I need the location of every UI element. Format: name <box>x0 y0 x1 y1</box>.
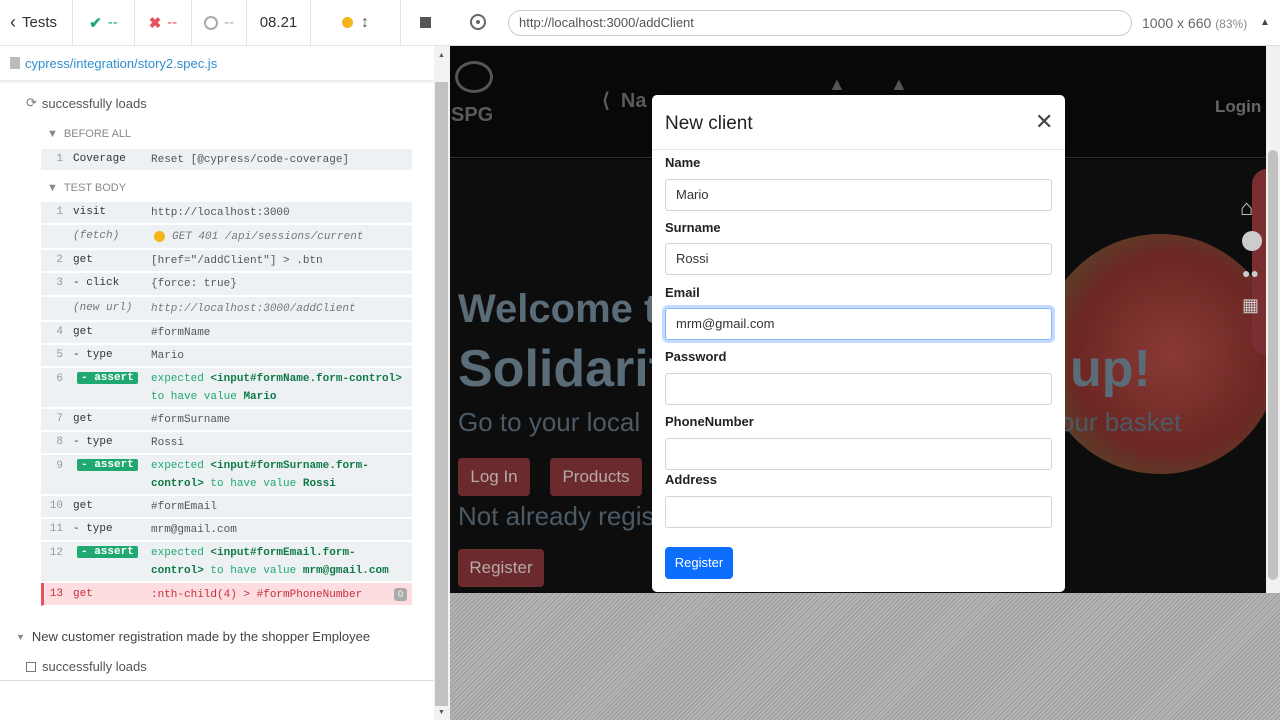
login-link[interactable]: Login <box>1215 97 1261 117</box>
test-title[interactable]: successfully loads <box>26 659 147 674</box>
command-row[interactable]: 3 - click {force: true} <box>41 273 412 296</box>
file-icon <box>10 57 20 69</box>
command-row[interactable]: 11 - type mrm@gmail.com <box>41 519 412 541</box>
command-row[interactable]: 8 - type Rossi <box>41 432 412 454</box>
auto-scroll-toggle[interactable]: ↕ <box>311 0 401 46</box>
people-icon[interactable]: ●● <box>1242 265 1259 281</box>
info-circle-icon[interactable] <box>1242 231 1262 251</box>
login-button[interactable]: Log In <box>458 458 530 496</box>
assert-row[interactable]: 9 - assert expected <input#formSurname.f… <box>41 455 412 495</box>
check-icon: ✔ <box>89 14 102 32</box>
square-icon <box>26 661 36 672</box>
caret-down-icon: ▼ <box>47 128 58 140</box>
assert-badge: - assert <box>77 546 138 558</box>
address-field[interactable] <box>665 496 1052 528</box>
x-icon: ✖ <box>148 14 162 32</box>
command-row[interactable]: 10 get #formEmail <box>41 496 412 518</box>
go-to-text: Go to your local <box>458 407 641 437</box>
command-row[interactable]: 7 get #formSurname <box>41 409 412 431</box>
test-body-header[interactable]: ▼ TEST BODY <box>47 182 126 194</box>
tests-back-button[interactable]: ‹ Tests <box>0 0 73 46</box>
side-menu[interactable] <box>1252 169 1266 355</box>
caret-down-icon: ▼ <box>47 182 58 194</box>
home-icon[interactable]: ⌂ <box>1240 195 1253 221</box>
circle-icon <box>204 15 218 30</box>
surname-field[interactable]: Rossi <box>665 243 1052 275</box>
assert-badge: - assert <box>77 459 138 471</box>
crosshair-dot <box>476 20 480 24</box>
register-button[interactable]: Register <box>665 547 733 579</box>
welcome-heading: Welcome t <box>458 287 658 331</box>
not-registered-text: Not already regis <box>458 501 655 531</box>
surname-label: Surname <box>665 220 721 235</box>
stop-button[interactable] <box>401 0 450 46</box>
command-row[interactable]: 5 - type Mario <box>41 345 412 367</box>
name-field[interactable]: Mario <box>665 179 1052 211</box>
scroll-down-arrow-icon: ▼ <box>438 709 445 716</box>
url-bar: http://localhost:3000/addClient 1000 x 6… <box>450 0 1280 46</box>
command-row[interactable]: 1 visit http://localhost:3000 <box>41 202 412 224</box>
command-row[interactable]: (fetch) GET 401 /api/sessions/current <box>41 225 412 249</box>
close-icon[interactable]: ✕ <box>1035 109 1053 135</box>
divider <box>0 680 434 681</box>
basket-text: our basket <box>1060 407 1182 437</box>
triangle-icon: ▲ <box>828 74 846 94</box>
modal-divider <box>652 149 1065 150</box>
scroll-up-arrow-icon: ▲ <box>438 52 445 59</box>
register-link-button[interactable]: Register <box>458 549 544 587</box>
email-label: Email <box>665 285 700 300</box>
element-count-badge: 0 <box>394 588 407 601</box>
viewport-scroll-thumb[interactable] <box>1268 150 1278 580</box>
phone-number-field[interactable] <box>665 438 1052 470</box>
before-all-header[interactable]: ▼ BEFORE ALL <box>47 128 131 140</box>
command-log: ⟳ successfully loads ▼ BEFORE ALL 1 Cover… <box>0 82 434 680</box>
running-indicator-icon <box>342 17 353 28</box>
email-field[interactable]: mrm@gmail.com <box>665 308 1052 340</box>
duration: 08.21 <box>247 0 311 46</box>
command-row[interactable]: 1 Coverage Reset [@cypress/code-coverage… <box>41 149 412 171</box>
new-client-modal: New client ✕ Name Mario Surname Rossi Em… <box>652 95 1065 592</box>
products-button[interactable]: Products <box>550 458 642 496</box>
refresh-icon: ⟳ <box>26 95 37 110</box>
modal-title: New client <box>665 113 753 134</box>
logo-text[interactable]: SPG <box>451 104 493 127</box>
viewport-scrollbar[interactable] <box>1266 46 1280 593</box>
name-label: Name <box>665 155 701 170</box>
command-row[interactable]: (new url) http://localhost:3000/addClien… <box>41 297 412 321</box>
assert-row[interactable]: 12 - assert expected <input#formEmail.fo… <box>41 542 412 582</box>
reporter-scroll-thumb[interactable] <box>435 82 448 706</box>
command-row[interactable]: 4 get #formName <box>41 322 412 344</box>
caret-down-icon: ▼ <box>16 631 25 642</box>
spec-file-link[interactable]: cypress/integration/story2.spec.js <box>0 46 450 80</box>
passed-count[interactable]: ✔ -- <box>73 0 135 46</box>
stop-icon <box>420 17 431 28</box>
info-icon[interactable]: ▲ <box>1260 17 1270 28</box>
scroll-arrows-icon: ↕ <box>361 13 369 31</box>
address-label: Address <box>665 472 718 487</box>
failed-count[interactable]: ✖ -- <box>135 0 192 46</box>
tomato-logo-icon[interactable] <box>455 61 493 93</box>
phone-label: PhoneNumber <box>665 414 754 429</box>
nav-partial-text[interactable]: ⟨ Na <box>602 88 646 113</box>
chevron-left-icon: ‹ <box>10 12 16 32</box>
url-display[interactable]: http://localhost:3000/addClient <box>508 10 1132 36</box>
solidarity-heading: Solidarit <box>458 340 667 398</box>
viewport-size: 1000 x 660 (83%) <box>1142 15 1248 31</box>
grid-icon[interactable]: ▦ <box>1242 295 1259 316</box>
command-row[interactable]: 2 get [href="/addClient"] > .btn <box>41 250 412 272</box>
pending-count[interactable]: -- <box>192 0 247 46</box>
assert-row[interactable]: 6 - assert expected <input#formName.form… <box>41 368 412 408</box>
triangle-icon: ▲ <box>890 74 908 94</box>
suite-title[interactable]: ▼ New customer registration made by the … <box>16 629 370 644</box>
test-title[interactable]: ⟳ successfully loads <box>26 95 147 111</box>
reporter-panel: ‹ Tests ✔ -- ✖ -- -- 08.21 ↕ cypress/int… <box>0 0 450 720</box>
up-heading: up! <box>1070 340 1151 398</box>
password-field[interactable] <box>665 373 1052 405</box>
reporter-header: ‹ Tests ✔ -- ✖ -- -- 08.21 ↕ <box>0 0 450 46</box>
pending-dot-icon <box>154 231 165 242</box>
failed-command-row[interactable]: 13 get :nth-child(4) > #formPhoneNumber … <box>41 583 412 606</box>
assert-badge: - assert <box>77 372 138 384</box>
password-label: Password <box>665 349 727 364</box>
